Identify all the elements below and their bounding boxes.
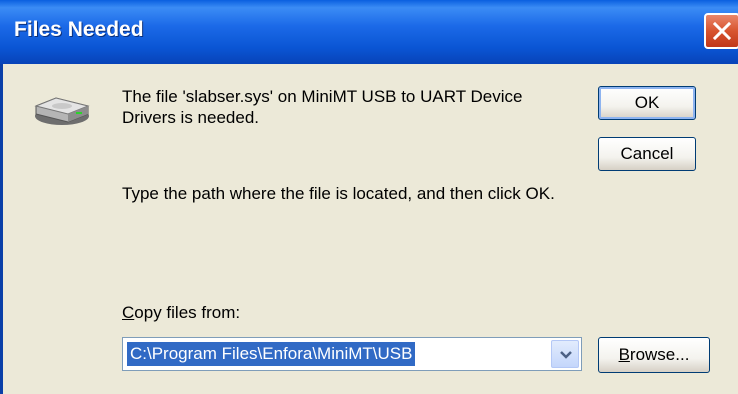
file-needed-message: The file 'slabser.sys' on MiniMT USB to … (122, 87, 523, 127)
copy-files-from-combo[interactable]: C:\Program Files\Enfora\MiniMT\USB (122, 337, 582, 371)
title-bar[interactable]: Files Needed (0, 0, 738, 64)
browse-button[interactable]: Browse... (598, 337, 710, 373)
browse-label-rest: rowse... (629, 345, 690, 364)
files-needed-dialog: Files Needed The file 'slabser.sys' on M… (0, 0, 738, 394)
copy-files-label-rest: opy files from: (134, 303, 241, 322)
cancel-button[interactable]: Cancel (598, 137, 696, 171)
browse-accel: B (618, 345, 630, 364)
disk-drive-icon (32, 92, 92, 133)
instruction-message: Type the path where the file is located,… (122, 184, 555, 203)
ok-button[interactable]: OK (598, 86, 696, 120)
copy-files-accel: C (122, 303, 135, 322)
copy-files-from-label: Copy files from: (122, 303, 240, 323)
path-input[interactable]: C:\Program Files\Enfora\MiniMT\USB (127, 342, 416, 366)
dropdown-button[interactable] (551, 340, 579, 368)
close-button[interactable] (704, 13, 738, 49)
window-title: Files Needed (14, 18, 144, 41)
window-border (0, 64, 3, 394)
